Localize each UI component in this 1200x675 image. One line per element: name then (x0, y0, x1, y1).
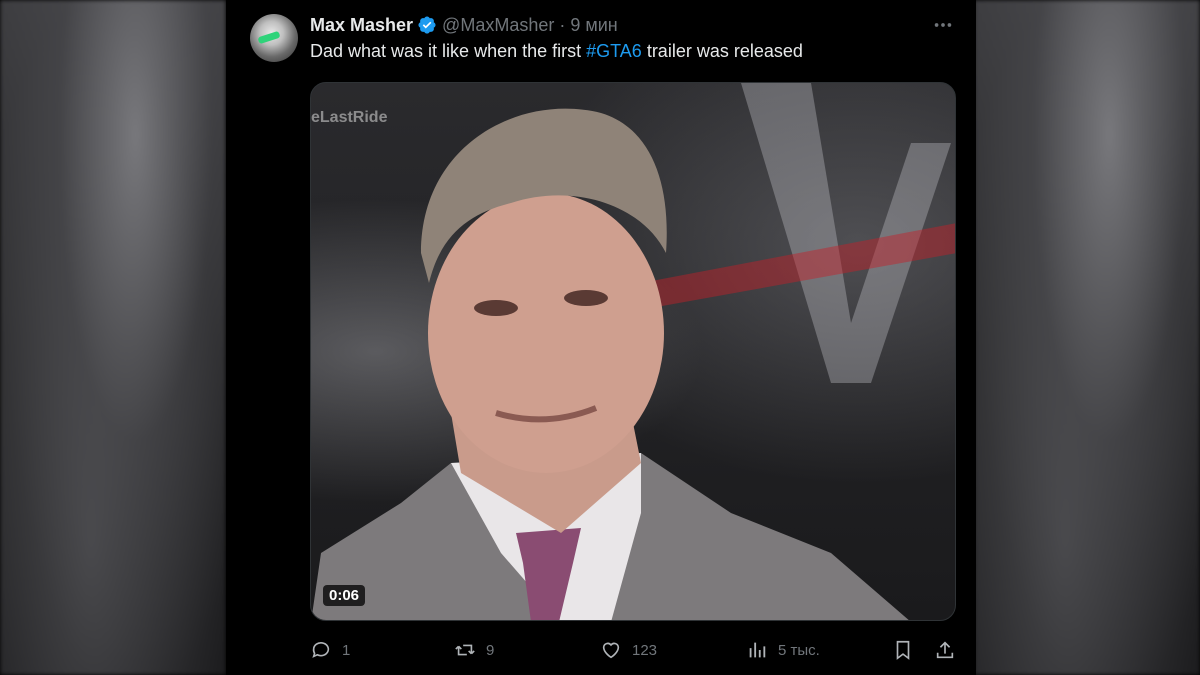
heart-icon (602, 642, 620, 659)
repost-count: 9 (486, 641, 495, 659)
video-duration: 0:06 (323, 585, 366, 606)
blurred-backdrop-right (974, 0, 1200, 675)
left-eye (474, 300, 518, 316)
bookmark-icon (896, 640, 910, 660)
video-frame (311, 83, 955, 620)
views-button[interactable]: 5 тыс. (746, 636, 820, 664)
tweet-card[interactable]: Max Masher @MaxMasher · 9 мин Dad what w… (226, 0, 976, 675)
hashtag-link[interactable]: #GTA6 (586, 41, 642, 61)
views-count: 5 тыс. (778, 641, 820, 659)
reply-icon (312, 641, 330, 658)
video-watermark: eLastRide (311, 109, 388, 126)
bookmark-button[interactable] (892, 636, 914, 664)
views-chart-icon (749, 642, 766, 658)
timestamp[interactable]: 9 мин (570, 15, 617, 36)
like-button[interactable]: 123 (600, 636, 657, 664)
reply-button[interactable]: 1 (310, 636, 350, 664)
blurred-backdrop-left (0, 0, 226, 675)
video-player[interactable]: eLastRide 0:06 (310, 82, 956, 621)
tweet-text-before: Dad what was it like when the first (310, 41, 587, 61)
author-handle[interactable]: @MaxMasher (442, 15, 554, 36)
tweet-text-after: trailer was released (641, 41, 803, 61)
verified-badge-icon (418, 16, 436, 34)
more-options-icon[interactable] (932, 14, 954, 36)
reply-count: 1 (342, 641, 351, 659)
right-eye (564, 290, 608, 306)
tweet-text: Dad what was it like when the first #GTA… (310, 41, 803, 62)
avatar[interactable] (250, 14, 298, 62)
repost-icon (455, 644, 475, 656)
repost-button[interactable]: 9 (454, 636, 494, 664)
share-button[interactable] (934, 636, 956, 664)
tweet-actions: 1 9 123 5 тыс. (310, 636, 960, 664)
separator-dot: · (559, 14, 566, 35)
face (428, 193, 664, 473)
like-count: 123 (632, 641, 658, 659)
share-icon (936, 641, 954, 659)
tweet-header: Max Masher @MaxMasher · 9 мин (310, 13, 618, 37)
author-name[interactable]: Max Masher (310, 15, 413, 36)
avatar-glasses (257, 30, 281, 45)
